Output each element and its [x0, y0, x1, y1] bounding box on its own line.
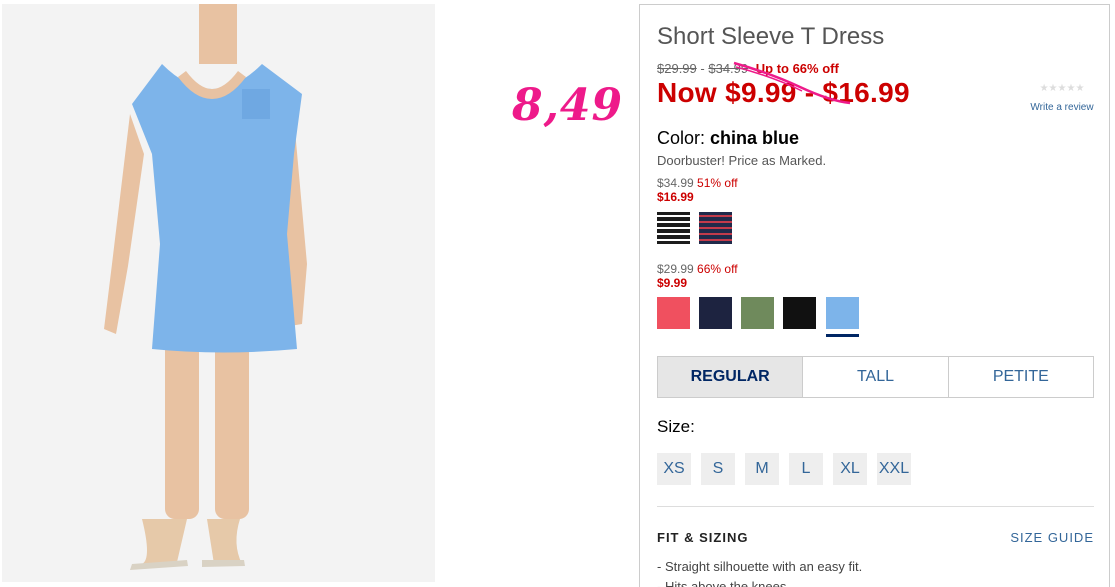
color-selection: Color: china blue [657, 128, 799, 149]
color-label: Color: [657, 128, 706, 148]
was-price-low: $29.99 [657, 61, 697, 76]
was-price-high: $34.99 [708, 61, 749, 76]
now-price: Now $9.99 - $16.99 [657, 77, 910, 108]
original-price-line: $29.99 - $34.99 Up to 66% off [657, 61, 839, 76]
fit-bullet: Straight silhouette with an easy fit. [657, 557, 862, 577]
color-value: china blue [710, 128, 800, 148]
discount-text: Up to 66% off [755, 61, 839, 76]
group-sale-price: $16.99 [657, 190, 694, 204]
group-original-price: $34.99 [657, 176, 694, 190]
size-xl-button[interactable]: XL [833, 453, 867, 485]
swatch-olive-green[interactable] [741, 297, 774, 329]
swatch-black[interactable] [783, 297, 816, 329]
fit-bullets: Straight silhouette with an easy fit. Hi… [657, 557, 862, 587]
size-m-button[interactable]: M [745, 453, 779, 485]
product-info-panel: Short Sleeve T Dress $29.99 - $34.99 Up … [639, 4, 1110, 587]
tab-tall[interactable]: TALL [802, 357, 947, 397]
rating-widget[interactable]: ★★★★★ Write a review [1027, 83, 1097, 113]
size-xs-button[interactable]: XS [657, 453, 691, 485]
section-divider [657, 506, 1094, 507]
size-s-button[interactable]: S [701, 453, 735, 485]
swatch-navy-red-stripe[interactable] [699, 212, 732, 244]
fit-tabs: REGULAR TALL PETITE [657, 356, 1094, 398]
handwritten-price-annotation: 8,49 [512, 80, 624, 131]
selected-swatch-indicator [826, 334, 859, 337]
price-group-1: $34.99 51% off $16.99 [657, 176, 738, 204]
group-original-price: $29.99 [657, 262, 694, 276]
promo-text: Doorbuster! Price as Marked. [657, 153, 827, 168]
swatch-coral[interactable] [657, 297, 690, 329]
swatch-china-blue[interactable] [826, 297, 859, 329]
tab-regular[interactable]: REGULAR [658, 357, 803, 397]
group-sale-price: $9.99 [657, 276, 688, 290]
swatch-black-white-stripe[interactable] [657, 212, 690, 244]
group-discount: 51% off [697, 176, 738, 190]
fit-bullet: Hits above the knees. [657, 577, 862, 587]
rating-stars-icon: ★★★★★ [1039, 83, 1085, 94]
write-review-link[interactable]: Write a review [1027, 102, 1097, 113]
tab-petite[interactable]: PETITE [947, 357, 1093, 397]
size-xxl-button[interactable]: XXL [877, 453, 911, 485]
price-group-2: $29.99 66% off $9.99 [657, 262, 738, 290]
swatch-navy[interactable] [699, 297, 732, 329]
size-l-button[interactable]: L [789, 453, 823, 485]
product-title: Short Sleeve T Dress [657, 23, 885, 50]
product-image [2, 4, 435, 582]
fit-sizing-heading: FIT & SIZING [657, 530, 749, 545]
size-guide-link[interactable]: SIZE GUIDE [1010, 530, 1094, 545]
size-label: Size: [657, 417, 695, 436]
group-discount: 66% off [697, 262, 738, 276]
size-options: XS S M L XL XXL [657, 453, 911, 485]
price-separator: - [700, 61, 705, 76]
